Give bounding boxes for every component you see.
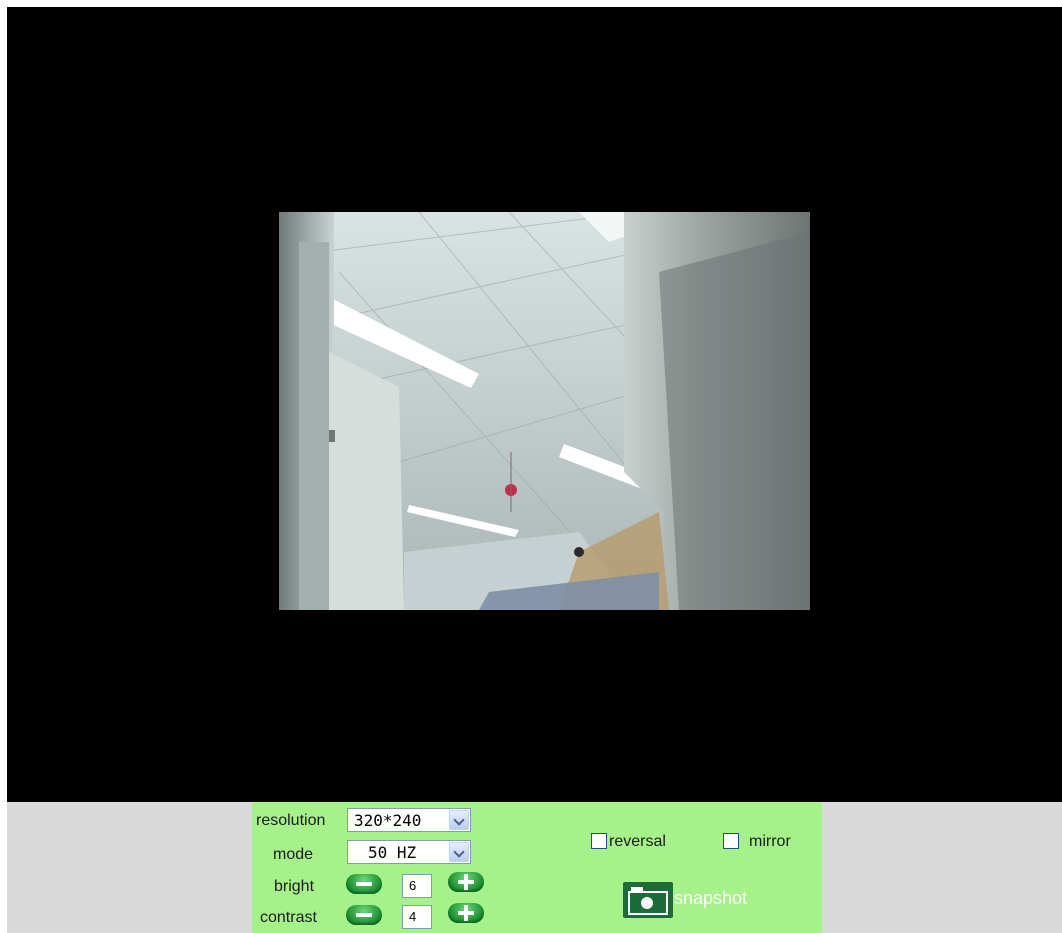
chevron-down-icon[interactable] [449, 810, 469, 830]
camera-control-panel: resolution 320*240 mode 50 HZ bright 6 c… [252, 802, 822, 933]
contrast-value[interactable]: 4 [402, 905, 432, 929]
mirror-checkbox[interactable] [723, 833, 739, 849]
bright-increase-button[interactable] [448, 872, 484, 892]
mode-label: mode [273, 846, 314, 863]
resolution-label: resolution [256, 812, 326, 829]
reversal-checkbox[interactable] [591, 833, 607, 849]
bright-label: bright [274, 878, 315, 895]
minus-icon [356, 913, 372, 917]
snapshot-button[interactable] [623, 882, 673, 918]
minus-icon [356, 882, 372, 886]
camera-video-feed [279, 212, 810, 610]
reversal-label: reversal [609, 833, 666, 850]
bright-value[interactable]: 6 [402, 874, 432, 898]
mode-select[interactable]: 50 HZ [347, 840, 471, 864]
contrast-decrease-button[interactable] [346, 905, 382, 925]
mode-value: 50 HZ [368, 843, 417, 862]
snapshot-label[interactable]: snapshot [674, 888, 747, 909]
video-viewer [7, 7, 1062, 802]
mirror-label: mirror [749, 833, 791, 850]
camera-image [279, 212, 810, 610]
resolution-select[interactable]: 320*240 [347, 808, 471, 832]
resolution-value: 320*240 [354, 811, 422, 830]
contrast-increase-button[interactable] [448, 903, 484, 923]
contrast-label: contrast [260, 909, 317, 926]
bright-decrease-button[interactable] [346, 874, 382, 894]
chevron-down-icon[interactable] [449, 842, 469, 862]
